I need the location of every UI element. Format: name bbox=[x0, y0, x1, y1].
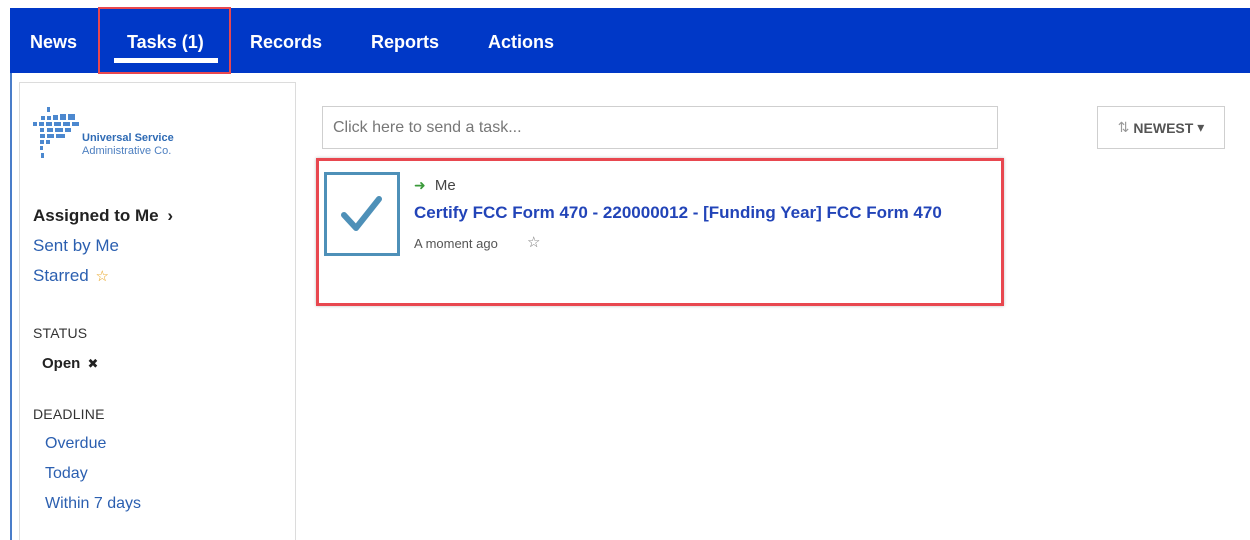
star-icon: ☆ bbox=[95, 268, 109, 285]
sort-dropdown[interactable]: ⇅ NEWEST ▾ bbox=[1097, 106, 1225, 149]
task-title-link[interactable]: Certify FCC Form 470 - 220000012 - [Fund… bbox=[414, 203, 942, 223]
tasks-tab-highlight bbox=[98, 7, 231, 74]
filter-starred[interactable]: Starred ☆ bbox=[33, 266, 109, 286]
logo-text: Universal Service Administrative Co. bbox=[82, 132, 174, 158]
deadline-overdue[interactable]: Overdue bbox=[45, 435, 106, 453]
deadline-within-7-days[interactable]: Within 7 days bbox=[45, 495, 141, 513]
filter-assigned-label: Assigned to Me bbox=[33, 206, 159, 225]
nav-reports[interactable]: Reports bbox=[371, 8, 439, 73]
filter-sent-by-me[interactable]: Sent by Me bbox=[33, 236, 119, 256]
task-timestamp: A moment ago bbox=[414, 236, 498, 251]
nav-actions[interactable]: Actions bbox=[488, 8, 554, 73]
logo-line-2: Administrative Co. bbox=[82, 145, 172, 157]
status-filter-open[interactable]: Open ✖ bbox=[42, 355, 98, 372]
star-task-icon[interactable]: ☆ bbox=[527, 233, 540, 251]
nav-news[interactable]: News bbox=[30, 8, 77, 73]
task-assignee: ➜ Me bbox=[414, 177, 456, 194]
caret-down-icon: ▾ bbox=[1197, 119, 1205, 135]
filter-starred-label: Starred bbox=[33, 266, 89, 285]
filter-assigned-to-me[interactable]: Assigned to Me › bbox=[33, 206, 173, 226]
sort-icon: ⇅ bbox=[1117, 119, 1130, 135]
arrow-right-icon: ➜ bbox=[414, 177, 426, 193]
sort-label: NEWEST bbox=[1133, 119, 1194, 136]
deadline-heading: DEADLINE bbox=[33, 406, 105, 422]
logo-line-1: Universal Service bbox=[82, 132, 174, 144]
send-task-input[interactable] bbox=[322, 106, 998, 149]
task-complete-checkbox[interactable] bbox=[324, 172, 400, 256]
nav-records[interactable]: Records bbox=[250, 8, 322, 73]
status-heading: STATUS bbox=[33, 325, 88, 341]
left-border bbox=[10, 73, 12, 540]
checkmark-icon bbox=[341, 196, 382, 231]
chevron-right-icon: › bbox=[167, 206, 174, 225]
remove-filter-icon[interactable]: ✖ bbox=[88, 356, 99, 371]
deadline-today[interactable]: Today bbox=[45, 465, 88, 483]
task-assignee-name: Me bbox=[434, 177, 456, 194]
status-open-label: Open bbox=[42, 355, 81, 372]
